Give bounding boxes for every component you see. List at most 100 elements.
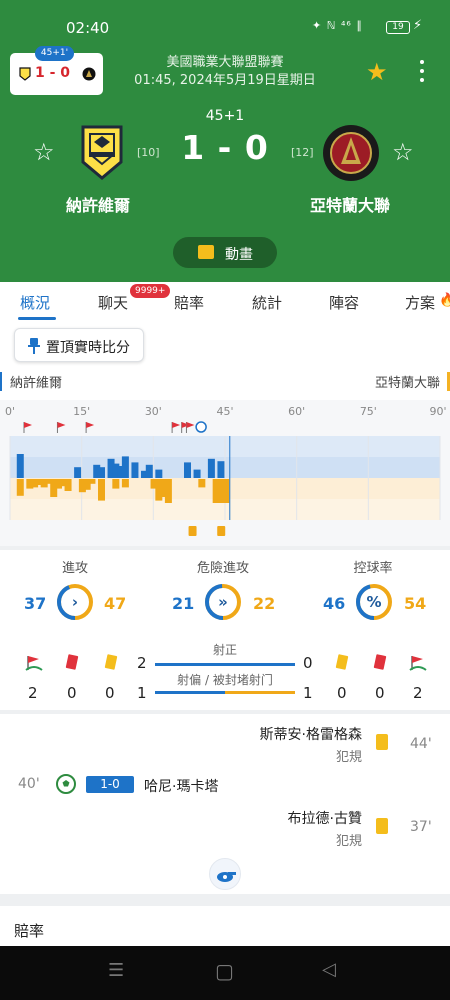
menu-icon[interactable]: ☰ <box>108 960 124 981</box>
match-header: 02:40 ✦ ℕ ⁴⁶ ∥ 19 ⚡ 1 - 0 45+1' 美國職業大聯盟聯… <box>0 0 450 282</box>
away-shots-on-target: 0 <box>303 654 313 672</box>
stat-away-possession: 54 <box>404 594 427 613</box>
goal-score-badge: 1-0 <box>86 776 134 793</box>
shots-on-target-label: 射正 <box>212 643 237 657</box>
home-team-logo[interactable] <box>80 124 124 180</box>
home-attack-bar <box>193 469 201 478</box>
goal-marker <box>195 421 207 433</box>
home-red-count: 0 <box>67 684 77 702</box>
away-red-count: 0 <box>375 684 385 702</box>
animation-button[interactable]: 動畫 <box>173 237 277 268</box>
yellow-card-icon <box>376 818 388 834</box>
tab-plans[interactable]: 方案 <box>405 292 435 313</box>
timeline-away-label: 亞特蘭大聯 <box>375 372 450 391</box>
home-attack-bar <box>131 462 139 478</box>
follow-away-star-icon[interactable]: ☆ <box>392 138 414 166</box>
match-datetime: 01:45, 2024年5月19日星期日 <box>134 73 316 88</box>
match-score: 1 - 0 <box>181 128 269 167</box>
stat-title-dangerous: 危險進攻 <box>196 561 249 576</box>
timeline-tick-label: 90' <box>429 405 446 418</box>
tab-overview[interactable]: 概況 <box>20 292 50 313</box>
follow-home-star-icon[interactable]: ☆ <box>33 138 55 166</box>
stat-home-dangerous: 21 <box>172 594 195 613</box>
whistle-icon <box>209 858 241 890</box>
timeline-tick-label: 0' <box>5 405 15 418</box>
home-nav-icon[interactable]: ▢ <box>215 959 234 983</box>
home-attack-bar <box>155 469 163 478</box>
tab-lineup[interactable]: 陣容 <box>329 292 359 313</box>
more-options-icon[interactable] <box>414 60 430 86</box>
home-shots-on-target: 2 <box>137 654 147 672</box>
away-attack-bar <box>98 479 105 501</box>
home-team-name[interactable]: 納許維爾 <box>66 192 130 216</box>
status-time: 02:40 <box>66 19 110 37</box>
status-bar: 02:40 ✦ ℕ ⁴⁶ ∥ 19 ⚡ <box>0 0 450 50</box>
system-nav-bar: ☰ ▢ ◁ <box>0 946 450 1000</box>
attacks-ring: › <box>57 584 93 620</box>
ring-icon: % <box>366 593 381 611</box>
home-shots-off: 1 <box>137 684 147 702</box>
tab-odds[interactable]: 賠率 <box>174 292 204 313</box>
favorite-star-icon[interactable]: ★ <box>366 58 388 86</box>
mini-minute-badge: 45+1' <box>35 46 74 61</box>
stats-panel: 進攻 危險進攻 控球率 37 47 21 22 46 54 › » % 2 0 … <box>0 550 450 710</box>
event-detail: 犯規 <box>335 750 362 765</box>
pin-label: 置頂實時比分 <box>46 340 130 356</box>
signal-icons: ✦ ℕ ⁴⁶ ∥ <box>312 19 363 32</box>
attack-timeline: 0' 15' 30' 45' 60' 75' 90' <box>0 400 450 546</box>
tab-bar: 概況 聊天 9999+ 賠率 統計 陣容 方案 🔥 <box>0 282 450 320</box>
home-attack-bar <box>207 458 215 478</box>
away-team-name[interactable]: 亞特蘭大聯 <box>310 192 390 216</box>
event-player: 斯蒂安·格雷格森 <box>259 727 362 743</box>
home-rank: [10] <box>137 146 160 159</box>
back-nav-icon[interactable]: ◁ <box>322 959 336 980</box>
battery-icon: 19 <box>386 21 410 34</box>
away-attack-bar <box>198 479 206 488</box>
away-team-mini-logo <box>82 67 96 81</box>
home-attack-bar <box>121 456 129 478</box>
stat-away-dangerous: 22 <box>253 594 276 613</box>
away-shots-off: 1 <box>303 684 313 702</box>
possession-ring: % <box>356 584 392 620</box>
tab-stats[interactable]: 統計 <box>252 292 282 313</box>
charging-icon: ⚡ <box>413 18 423 33</box>
home-attack-bar <box>74 467 82 478</box>
home-attack-bar <box>184 462 191 478</box>
shots-comparison-bars <box>155 663 295 694</box>
home-attack-bar <box>145 464 153 478</box>
corner-flag-marker <box>57 422 66 428</box>
corner-flag-marker <box>24 422 32 428</box>
ring-icon: » <box>218 593 228 611</box>
soccer-ball-icon <box>56 774 76 794</box>
away-attack-bar <box>88 479 96 484</box>
mini-score: 1 - 0 <box>35 65 71 81</box>
pin-live-score-button[interactable]: 置頂實時比分 <box>14 328 144 362</box>
away-attack-bar <box>16 479 24 496</box>
home-yellow-count: 0 <box>105 684 115 702</box>
away-yellow-count: 0 <box>337 684 347 702</box>
away-attack-bar <box>164 479 172 503</box>
corner-flag-icon <box>25 656 43 671</box>
odds-title: 賠率 <box>14 922 45 940</box>
away-corner-flag-icon <box>409 656 427 671</box>
corner-flag-marker <box>172 422 181 428</box>
home-attack-bar <box>217 461 225 478</box>
tab-chat[interactable]: 聊天 <box>98 292 128 313</box>
away-yellow-card-icon <box>335 654 349 670</box>
animation-label: 動畫 <box>225 247 253 263</box>
away-attack-bar <box>64 479 72 491</box>
away-team-logo[interactable] <box>322 124 380 182</box>
shots-on-target-home-bar <box>155 663 295 666</box>
pin-icon <box>28 338 40 354</box>
stat-title-attacks: 進攻 <box>61 561 88 576</box>
home-attack-bar <box>98 467 105 478</box>
home-team-mini-logo <box>19 67 31 81</box>
away-corners-count: 2 <box>413 684 423 702</box>
chat-count-badge: 9999+ <box>130 284 171 298</box>
ring-icon: › <box>72 593 78 611</box>
attack-timeline-chart: 0' 15' 30' 45' 60' 75' 90' <box>5 405 447 536</box>
events-panel: 斯蒂安·格雷格森 犯規 44' 40' 1-0 哈尼·瑪卡塔 布拉德·古贊 犯規… <box>0 714 450 894</box>
stat-home-attacks: 37 <box>24 594 47 613</box>
odds-section[interactable]: 賠率 <box>0 906 450 946</box>
away-attack-bar <box>121 479 129 488</box>
